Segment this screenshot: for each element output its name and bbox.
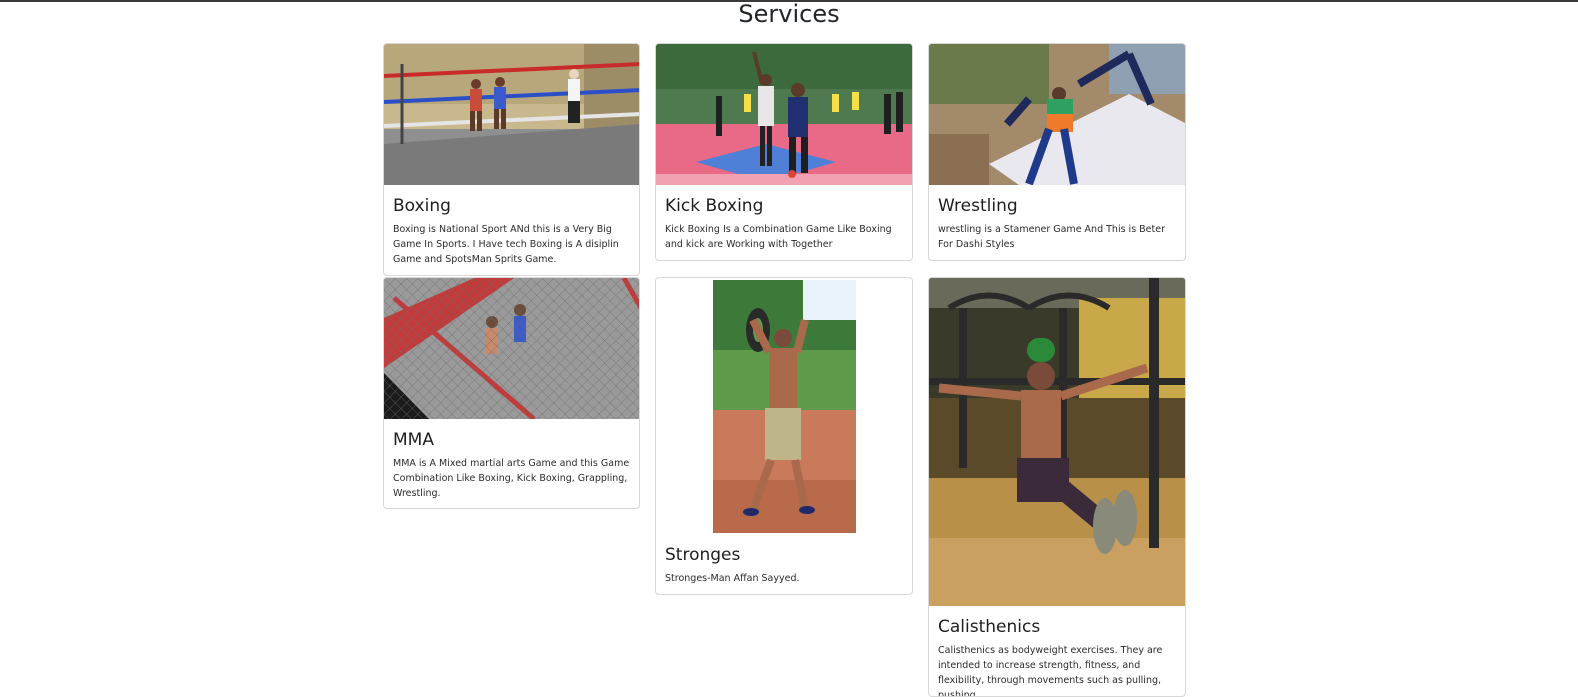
card-boxing[interactable]: Boxing Boxing is National Sport ANd this… [383,43,640,276]
card-stronges[interactable]: Stronges Stronges-Man Affan Sayyed. [655,277,913,595]
kickboxing-mat-photo [656,44,912,185]
mma-cage-photo [384,278,639,419]
card-title: Wrestling [938,196,1018,216]
card-title: Calisthenics [938,617,1041,637]
tire-lift-photo [656,278,912,534]
card-calisthenics[interactable]: Calisthenics Calisthenics as bodyweight … [928,277,1186,697]
boxing-ring-photo [384,44,639,185]
card-title: Kick Boxing [665,196,764,216]
card-text: Stronges-Man Affan Sayyed. [665,573,800,584]
card-kick-boxing[interactable]: Kick Boxing Kick Boxing Is a Combination… [655,43,913,261]
card-title: Stronges [665,545,741,565]
card-text: Boxing is National Sport ANd this is a V… [393,224,619,265]
card-title: MMA [393,430,434,450]
card-title: Boxing [393,196,451,216]
card-text: Kick Boxing Is a Combination Game Like B… [665,224,892,250]
wrestling-photo [929,44,1185,185]
card-wrestling[interactable]: Wrestling wrestling is a Stamener Game A… [928,43,1186,261]
page-title: Services [738,0,840,28]
card-text: MMA is A Mixed martial arts Game and thi… [393,458,630,499]
card-text: Calisthenics as bodyweight exercises. Th… [938,645,1163,697]
card-mma[interactable]: MMA MMA is A Mixed martial arts Game and… [383,277,640,509]
card-text: wrestling is a Stamener Game And This is… [938,224,1166,250]
parallel-bars-photo [929,278,1185,606]
